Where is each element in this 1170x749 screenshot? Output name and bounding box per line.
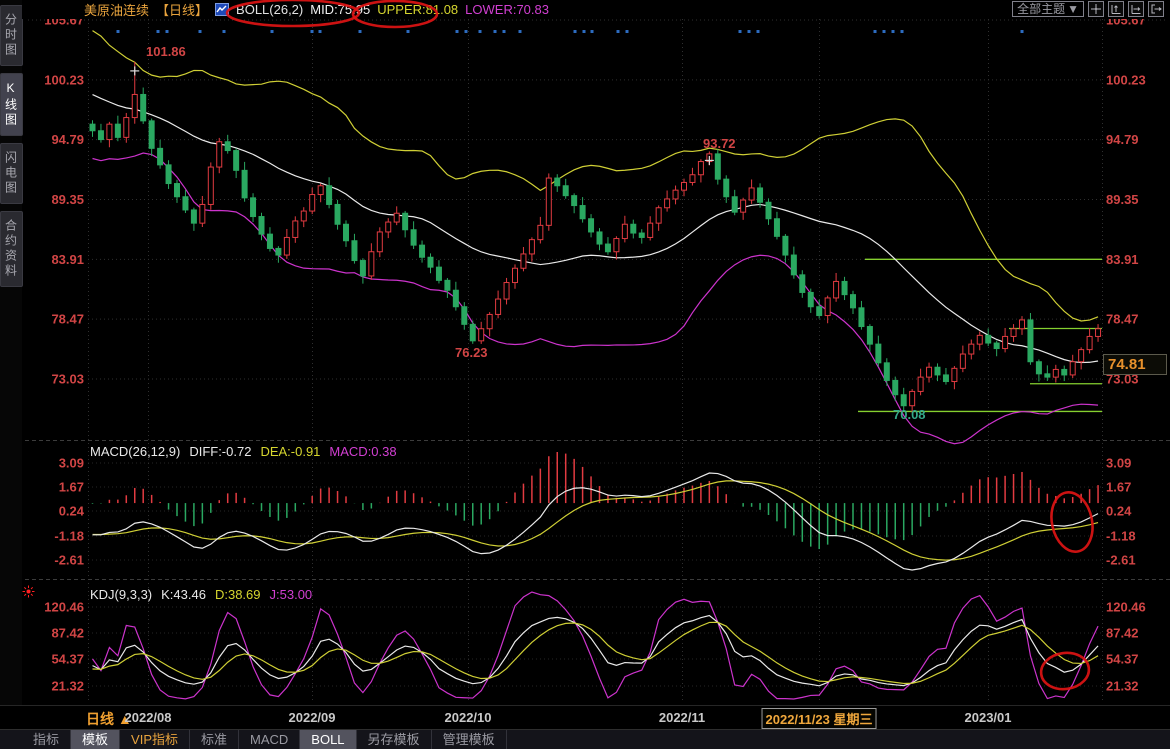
boll-params-label: BOLL(26,2)	[236, 2, 303, 17]
sidebar: 分时图 K线图闪电图合约资料	[0, 0, 22, 705]
alert-icon	[22, 585, 35, 603]
y-axis-label: 87.42	[1106, 626, 1139, 641]
y-axis-label: 83.91	[1106, 252, 1139, 267]
kdj-d-value: D:38.69	[215, 587, 261, 602]
kdj-title: KDJ(9,3,3)	[90, 587, 152, 602]
theme-dropdown-label: 全部主题	[1017, 2, 1065, 16]
period-label: 日线	[86, 711, 114, 727]
last-price-badge: 74.81	[1103, 354, 1167, 375]
y-axis-label: 87.42	[51, 626, 84, 641]
kdj-panel-series	[93, 592, 1099, 699]
kdj-k-value: K:43.46	[161, 587, 206, 602]
zoom-horizontal-icon[interactable]	[1128, 1, 1144, 17]
period-tag: 【日线】	[156, 0, 208, 19]
y-axis-label: 54.37	[1106, 652, 1139, 667]
tab-模板[interactable]: 模板	[71, 730, 120, 749]
exit-icon[interactable]	[1148, 1, 1164, 17]
tab-指标[interactable]: 指标	[22, 730, 71, 749]
y-axis-label: 1.67	[59, 480, 84, 495]
y-axis-label: 3.09	[1106, 456, 1131, 471]
y-axis-label: -1.18	[54, 529, 84, 544]
macd-diff-value: DIFF:-0.72	[189, 444, 251, 459]
date-tick-label: 2022/11	[659, 710, 705, 725]
macd-title: MACD(26,12,9)	[90, 444, 180, 459]
y-axis-label: -1.18	[1106, 529, 1136, 544]
tab-BOLL[interactable]: BOLL	[300, 730, 356, 749]
date-tick-label: 2022/10	[445, 710, 492, 725]
y-axis-label: 83.91	[51, 252, 84, 267]
tab-MACD[interactable]: MACD	[239, 730, 300, 749]
boll-mid-value: MID:75.95	[310, 2, 370, 17]
y-axis-label: 21.32	[51, 679, 84, 694]
macd-panel-series	[93, 452, 1099, 570]
y-axis-label: 21.32	[1106, 679, 1139, 694]
y-axis-label: 89.35	[1106, 192, 1139, 207]
date-tick-label: 2022/09	[289, 710, 336, 725]
sidebar-item-K线图[interactable]: K线图	[0, 73, 23, 136]
y-axis-label: 78.47	[1106, 312, 1139, 327]
y-axis-label: 100.23	[44, 72, 84, 87]
sidebar-item-分时图[interactable]: 分时图	[0, 5, 23, 66]
y-axis-label: -2.61	[1106, 553, 1136, 568]
tab-VIP指标[interactable]: VIP指标	[120, 730, 190, 749]
date-tick-label: 2023/01	[965, 710, 1012, 725]
crosshair-icon[interactable]	[1088, 1, 1104, 17]
high-annotation: 93.72	[703, 136, 736, 151]
y-axis-label: 54.37	[51, 652, 84, 667]
y-axis-label: 120.46	[1106, 600, 1146, 615]
y-axis-label: 73.03	[51, 372, 84, 387]
crosshair-date-label: 2022/11/23 星期三	[762, 708, 877, 729]
chart-header: 美原油连续 【日线】 BOLL(26,2) MID:75.95 UPPER:81…	[22, 0, 1170, 19]
main-chart-canvas[interactable]: 105.67105.67100.23100.2394.7994.7989.358…	[0, 0, 1170, 749]
y-axis-label: 120.46	[44, 600, 84, 615]
symbol-title: 美原油连续	[84, 0, 149, 19]
tab-标准[interactable]: 标准	[190, 730, 239, 749]
y-axis-label: -2.61	[54, 553, 84, 568]
date-axis: 日线 ▲ 2022/082022/092022/102022/112022/11…	[0, 705, 1170, 729]
macd-dea-value: DEA:-0.91	[260, 444, 320, 459]
boll-lower-value: LOWER:70.83	[465, 2, 549, 17]
high-annotation: 101.86	[146, 44, 186, 59]
kdj-panel-header: KDJ(9,3,3) K:43.46 D:38.69 J:53.00	[90, 587, 312, 602]
tab-管理模板[interactable]: 管理模板	[432, 730, 507, 749]
date-tick-label: 2022/08	[125, 710, 172, 725]
macd-macd-value: MACD:0.38	[329, 444, 396, 459]
y-axis-label: 3.09	[59, 456, 84, 471]
y-axis-label: 100.23	[1106, 72, 1146, 87]
y-axis-label: 1.67	[1106, 480, 1131, 495]
theme-dropdown[interactable]: 全部主题 ▼	[1012, 1, 1084, 17]
y-axis-label: 89.35	[51, 192, 84, 207]
kdj-j-value: J:53.00	[270, 587, 313, 602]
macd-panel-header: MACD(26,12,9) DIFF:-0.72 DEA:-0.91 MACD:…	[90, 444, 397, 459]
bottom-tabbar: 指标模板VIP指标标准MACDBOLL另存模板管理模板	[0, 729, 1170, 749]
tab-另存模板[interactable]: 另存模板	[357, 730, 432, 749]
y-axis-label: 94.79	[1106, 132, 1139, 147]
y-axis-label: 0.24	[59, 504, 85, 519]
low-annotation: 76.23	[455, 345, 488, 360]
indicator-icon	[215, 3, 229, 16]
low-annotation: 70.08	[893, 407, 926, 422]
trading-app-window: 105.67105.67100.23100.2394.7994.7989.358…	[0, 0, 1170, 749]
signal-dots	[117, 30, 1024, 33]
y-axis-label: 0.24	[1106, 504, 1132, 519]
header-toolbar: 全部主题 ▼	[1012, 1, 1164, 17]
zoom-vertical-icon[interactable]	[1108, 1, 1124, 17]
boll-upper-value: UPPER:81.08	[377, 2, 458, 17]
candlestick-series	[90, 62, 1101, 414]
y-axis-label: 78.47	[51, 312, 84, 327]
sidebar-item-合约资料[interactable]: 合约资料	[0, 211, 23, 287]
sidebar-item-闪电图[interactable]: 闪电图	[0, 143, 23, 204]
chevron-down-icon: ▼	[1067, 2, 1079, 16]
y-axis-label: 94.79	[51, 132, 84, 147]
